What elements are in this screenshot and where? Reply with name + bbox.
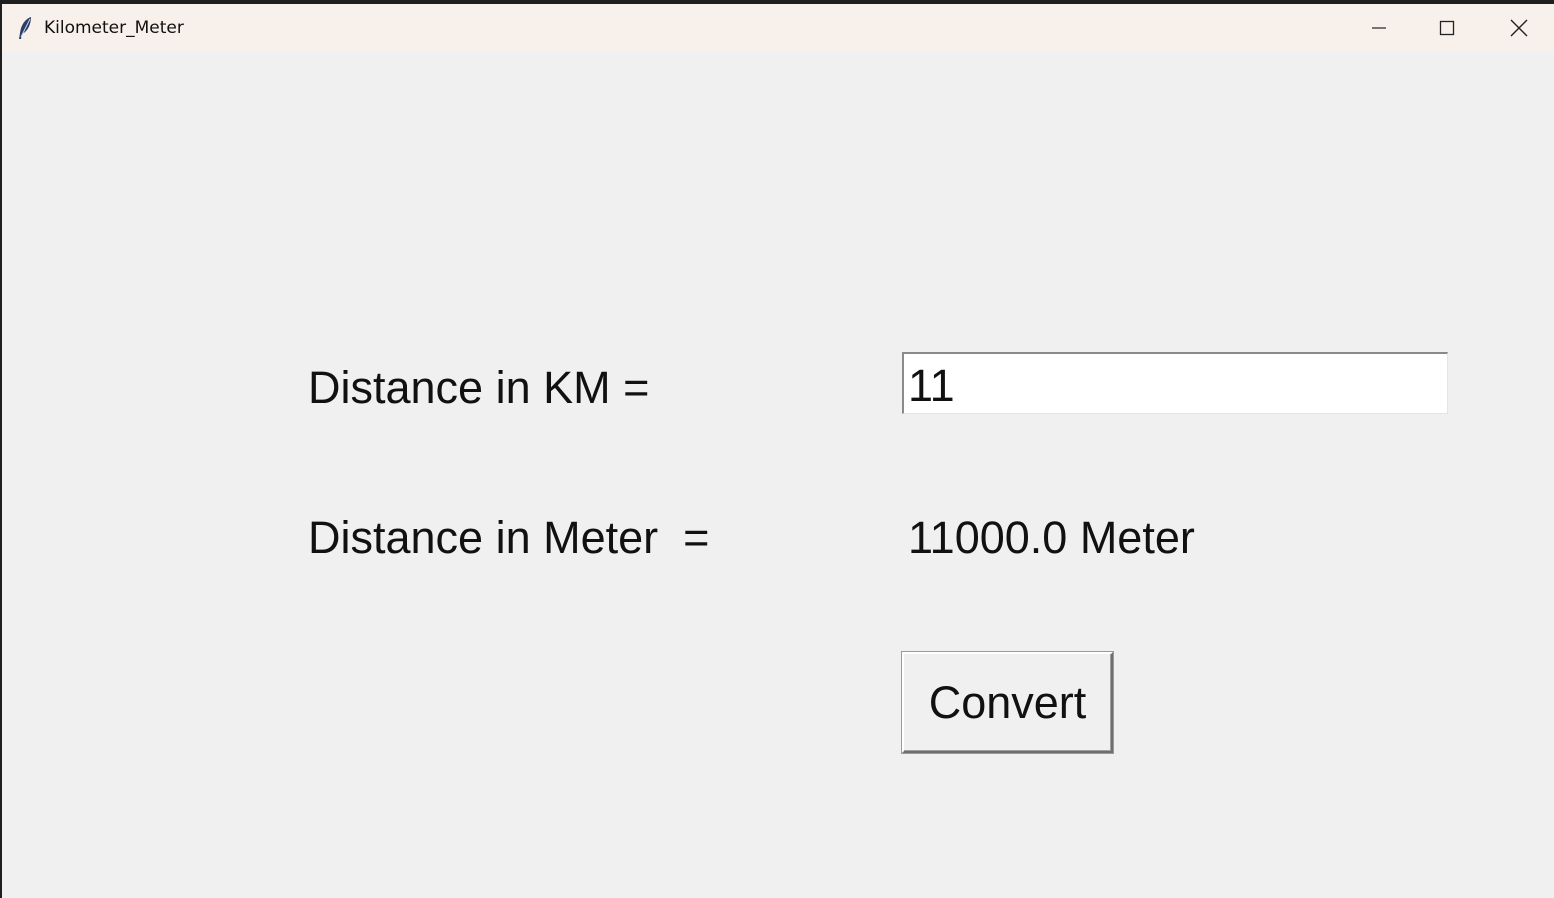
- minimize-button[interactable]: [1344, 4, 1414, 52]
- meter-result: 11000.0 Meter: [908, 512, 1195, 563]
- minimize-icon: [1371, 20, 1387, 36]
- maximize-icon: [1439, 20, 1455, 36]
- km-label: Distance in KM =: [308, 362, 650, 413]
- feather-icon: [16, 16, 34, 40]
- window-title: Kilometer_Meter: [44, 18, 184, 38]
- close-button[interactable]: [1484, 4, 1554, 52]
- title-bar[interactable]: Kilometer_Meter: [2, 4, 1554, 52]
- convert-button[interactable]: Convert: [902, 652, 1113, 753]
- close-icon: [1510, 19, 1528, 37]
- meter-label: Distance in Meter =: [308, 512, 710, 563]
- km-input[interactable]: [902, 352, 1448, 414]
- app-window: Kilometer_Meter Distance in KM = Distanc…: [2, 4, 1554, 898]
- maximize-button[interactable]: [1412, 4, 1482, 52]
